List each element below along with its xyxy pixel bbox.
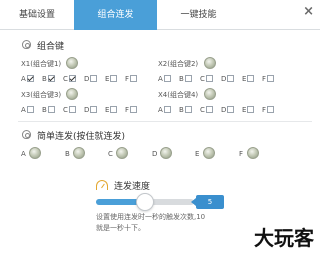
turbo-key-c-led[interactable]	[116, 147, 128, 159]
checkbox-x4-d[interactable]: D	[221, 106, 235, 115]
section-divider	[18, 121, 312, 122]
turbo-key-c-label: C	[108, 150, 113, 158]
close-icon[interactable]: ×	[303, 4, 314, 20]
combo-group-1-label: X1(组合键1)	[21, 60, 62, 68]
tab-bar: 基础设置 组合连发 一键技能 ×	[0, 0, 320, 30]
speedometer-icon	[96, 180, 108, 190]
checkbox-x3-b[interactable]: B	[42, 106, 55, 115]
combo-group-2-led	[204, 57, 216, 69]
checkbox-x2-b[interactable]: B	[179, 75, 192, 84]
checkbox-x1-d[interactable]: D	[84, 75, 98, 84]
checkbox-x4-e[interactable]: E	[242, 106, 255, 115]
checkbox-x3-e[interactable]: E	[105, 106, 118, 115]
turbo-key-a-led[interactable]	[29, 147, 41, 159]
speed-description-line-1: 设置使用连发时一秒的触发次数,10	[96, 213, 206, 221]
speed-title: 连发速度	[114, 182, 151, 192]
checkbox-x1-f[interactable]: F	[125, 75, 138, 84]
combo-key-icon	[22, 40, 31, 49]
checkbox-x1-a[interactable]: A	[21, 75, 34, 84]
speed-value-badge: 5	[191, 195, 224, 209]
checkbox-x4-a[interactable]: A	[158, 106, 171, 115]
turbo-key-d-led[interactable]	[160, 147, 172, 159]
checkbox-x3-d[interactable]: D	[84, 106, 98, 115]
tab-combo-turbo[interactable]: 组合连发	[74, 0, 157, 30]
turbo-key-e-led[interactable]	[203, 147, 215, 159]
combo-group-4-led	[204, 88, 216, 100]
combo-group-3-label: X3(组合键3)	[21, 91, 62, 99]
combo-group-2-label: X2(组合键2)	[158, 60, 199, 68]
checkbox-x3-a[interactable]: A	[21, 106, 34, 115]
watermark-logo: 大玩客	[254, 226, 314, 250]
checkbox-x1-e[interactable]: E	[105, 75, 118, 84]
speed-slider-knob[interactable]	[136, 193, 154, 211]
turbo-key-e-label: E	[195, 150, 200, 158]
checkbox-x4-f[interactable]: F	[262, 106, 275, 115]
checkbox-x3-c[interactable]: C	[63, 106, 76, 115]
tab-one-key-skill[interactable]: 一键技能	[157, 0, 240, 30]
turbo-key-a-label: A	[21, 150, 26, 158]
turbo-key-d-label: D	[152, 150, 158, 158]
checkbox-x2-e[interactable]: E	[242, 75, 255, 84]
combo-group-3-led	[66, 88, 78, 100]
turbo-section-title: 简单连发(按住就连发)	[37, 132, 126, 142]
checkbox-x2-d[interactable]: D	[221, 75, 235, 84]
combo-group-1-led	[66, 57, 78, 69]
speed-description-line-2: 就是一秒十下。	[96, 224, 145, 232]
turbo-key-b-label: B	[65, 150, 70, 158]
turbo-key-f-led[interactable]	[247, 147, 259, 159]
checkbox-x1-c[interactable]: C	[63, 75, 76, 84]
checkbox-x1-b[interactable]: B	[42, 75, 55, 84]
checkbox-x2-f[interactable]: F	[262, 75, 275, 84]
turbo-key-f-label: F	[239, 150, 244, 158]
checkbox-x3-f[interactable]: F	[125, 106, 138, 115]
combo-section-title: 组合键	[37, 42, 65, 52]
checkbox-x4-b[interactable]: B	[179, 106, 192, 115]
turbo-icon	[22, 130, 31, 139]
combo-group-4-label: X4(组合键4)	[158, 91, 199, 99]
tab-basic-settings[interactable]: 基础设置	[0, 0, 74, 30]
checkbox-x2-a[interactable]: A	[158, 75, 171, 84]
turbo-key-b-led[interactable]	[73, 147, 85, 159]
checkbox-x2-c[interactable]: C	[200, 75, 213, 84]
checkbox-x4-c[interactable]: C	[200, 106, 213, 115]
